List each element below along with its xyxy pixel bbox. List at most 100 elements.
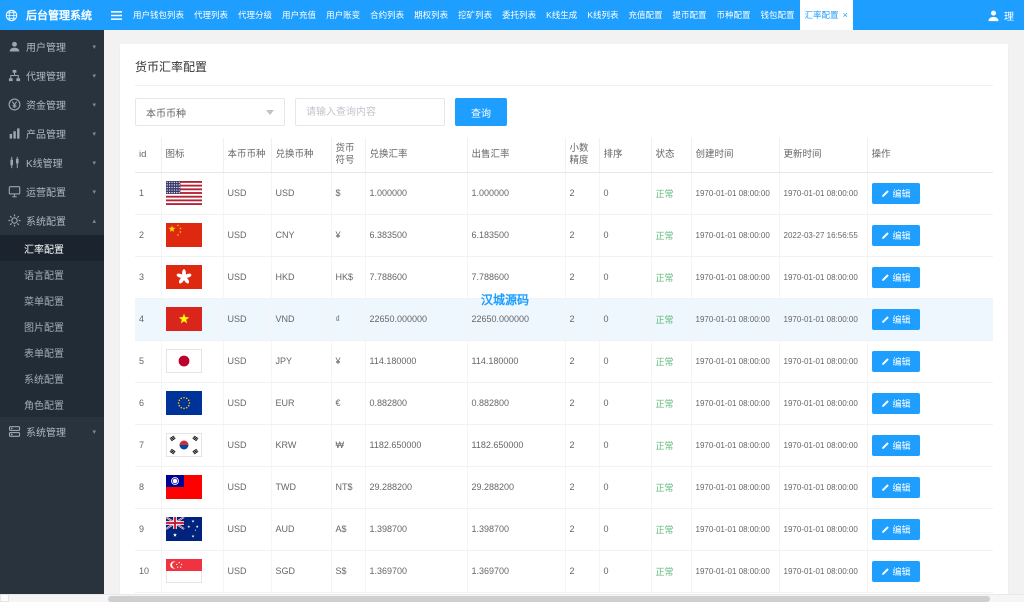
cell-actions: 编辑 — [867, 424, 993, 467]
column-header-更新时间: 更新时间 — [779, 138, 868, 173]
edit-button[interactable]: 编辑 — [871, 560, 920, 582]
tab-label: 委托列表 — [502, 10, 537, 20]
tab-用户充值[interactable]: 用户充值 — [277, 0, 321, 30]
table-row[interactable]: 6 USD EUR €0.882800 0.882800 2 0 正常 1970-01-01 0… — [135, 382, 993, 425]
hamburger-menu-icon[interactable] — [104, 0, 128, 30]
sidebar-item-label: 运营配置 — [26, 188, 66, 199]
sidebar-item-系统配置[interactable]: 系统配置 ▴ — [0, 206, 104, 235]
search-button[interactable]: 查询 — [455, 98, 507, 126]
sidebar-item-产品管理[interactable]: 产品管理 ▾ — [0, 119, 104, 148]
cell-updated-at: 1970-01-01 08:00:00 — [779, 256, 868, 299]
sidebar-item-代理管理[interactable]: 代理管理 ▾ — [0, 61, 104, 90]
pencil-icon — [881, 273, 889, 281]
sidebar-item-资金管理[interactable]: 资金管理 ▾ — [0, 90, 104, 119]
table-row[interactable]: 10 USD SGD S$ 1.369700 1.369700 2 0 正常 1970-01-01… — [135, 550, 993, 593]
tab-期权列表[interactable]: 期权列表 — [409, 0, 453, 30]
status-badge: 正常 — [651, 256, 692, 299]
cell-sort: 0 — [599, 298, 652, 341]
sidebar-subitem-角色配置[interactable]: 角色配置 — [0, 391, 104, 417]
cell-created-at: 1970-01-01 08:00:00 — [691, 382, 780, 425]
sidebar-subitem-菜单配置[interactable]: 菜单配置 — [0, 287, 104, 313]
cell-quote-currency: VND — [271, 298, 332, 341]
pencil-icon — [881, 189, 889, 197]
cell-currency-symbol: ₩ — [331, 424, 366, 467]
cell-actions: 编辑 — [867, 382, 993, 425]
cell-base-currency: USD — [223, 298, 272, 341]
sidebar-item-K线管理[interactable]: K线管理 ▾ — [0, 148, 104, 177]
sidebar-subitem-汇率配置[interactable]: 汇率配置 — [0, 235, 104, 261]
chevron-down-icon: ▾ — [92, 188, 96, 196]
cell-exchange-rate: 0.882800 — [365, 382, 468, 425]
tab-委托列表[interactable]: 委托列表 — [497, 0, 541, 30]
sidebar-subitem-语言配置[interactable]: 语言配置 — [0, 261, 104, 287]
column-header-兑换币种: 兑换币种 — [271, 138, 332, 173]
tab-代理列表[interactable]: 代理列表 — [189, 0, 233, 30]
cell-precision: 2 — [565, 298, 600, 341]
cell-actions: 编辑 — [867, 466, 993, 509]
cell-actions: 编辑 — [867, 340, 993, 383]
edit-button[interactable]: 编辑 — [871, 392, 920, 414]
tab-充值配置[interactable]: 充值配置 — [623, 0, 667, 30]
tab-汇率配置[interactable]: 汇率配置 × — [799, 0, 853, 30]
topbar: 后台管理系统 用户钱包列表 代理列表 代理分级 用户充值 用户账变 合约列表 期权列表 挖矿列… — [0, 0, 1024, 30]
tab-合约列表[interactable]: 合约列表 — [365, 0, 409, 30]
cell-currency-symbol: ₫ — [331, 298, 366, 341]
user-menu[interactable]: 理 — [977, 0, 1024, 30]
status-badge: 正常 — [651, 172, 692, 215]
table-row[interactable]: 2 USD CNY ¥6.383500 6.183500 2 0 正常 1970-01-01 0… — [135, 214, 993, 257]
tab-用户钱包列表[interactable]: 用户钱包列表 — [128, 0, 189, 30]
edit-button[interactable]: 编辑 — [871, 434, 920, 456]
table-row[interactable]: 9 USD AUD A$ 1.398700 1.398700 2 0 正常 1970-01-01 … — [135, 508, 993, 551]
sidebar-item-运营配置[interactable]: 运营配置 ▾ — [0, 177, 104, 206]
cell-quote-currency: TWD — [271, 466, 332, 509]
cell-id: 10 — [135, 550, 162, 593]
tab-代理分级[interactable]: 代理分级 — [233, 0, 277, 30]
edit-button[interactable]: 编辑 — [871, 266, 920, 288]
tab-挖矿列表[interactable]: 挖矿列表 — [453, 0, 497, 30]
edit-button[interactable]: 编辑 — [871, 350, 920, 372]
cell-base-currency: USD — [223, 214, 272, 257]
sidebar-subitem-表单配置[interactable]: 表单配置 — [0, 339, 104, 365]
sidebar-item-系统管理[interactable]: 系统管理 ▾ — [0, 417, 104, 446]
tab-钱包配置[interactable]: 钱包配置 — [756, 0, 800, 30]
horizontal-scrollbar-track[interactable] — [0, 594, 1024, 602]
sidebar: 用户管理 ▾ 代理管理 ▾ 资金管理 ▾ 产品管理 ▾ K线管理 ▾ 运营配置 ▾ 系统配置 ▴ 汇率配置语… — [0, 30, 104, 602]
sidebar-item-label: 产品管理 — [26, 130, 66, 141]
table-row[interactable]: 8 USD TWD NT$ 29.288200 29.288200 2 0 正常 1970-01-… — [135, 466, 993, 509]
tab-K线生成[interactable]: K线生成 — [541, 0, 582, 30]
cell-exchange-rate: 6.383500 — [365, 214, 468, 257]
close-tab-icon[interactable]: × — [843, 10, 848, 20]
cell-sell-rate: 6.183500 — [467, 214, 566, 257]
column-header-图标: 图标 — [161, 138, 224, 173]
system-config-icon — [8, 214, 21, 227]
tab-用户账变[interactable]: 用户账变 — [321, 0, 365, 30]
sidebar-subitem-图片配置[interactable]: 图片配置 — [0, 313, 104, 339]
table-row[interactable]: 5 USD JPY ¥114.180000 114.180000 2 0 正常 1970-01-… — [135, 340, 993, 383]
cell-updated-at: 2022-03-27 16:56:55 — [779, 214, 868, 257]
table-row[interactable]: 1 USD USD $1.000000 1.000000 2 0 正常 1970-01-01 0… — [135, 172, 993, 215]
status-badge: 正常 — [651, 214, 692, 257]
pencil-icon — [881, 357, 889, 365]
edit-button[interactable]: 编辑 — [871, 308, 920, 330]
tab-提币配置[interactable]: 提币配置 — [668, 0, 712, 30]
table-row[interactable]: 4 USD VND ₫ 22650.000000 22650.000000 2 0 正常 1970… — [135, 298, 993, 341]
sidebar-item-用户管理[interactable]: 用户管理 ▾ — [0, 32, 104, 61]
cell-base-currency: USD — [223, 466, 272, 509]
cell-precision: 2 — [565, 466, 600, 509]
cell-base-currency: USD — [223, 508, 272, 551]
edit-button[interactable]: 编辑 — [871, 182, 920, 204]
edit-button[interactable]: 编辑 — [871, 224, 920, 246]
cell-created-at: 1970-01-01 08:00:00 — [691, 550, 780, 593]
tab-K线列表[interactable]: K线列表 — [582, 0, 623, 30]
edit-button[interactable]: 编辑 — [871, 518, 920, 540]
sidebar-subitem-系统配置[interactable]: 系统配置 — [0, 365, 104, 391]
currency-type-select[interactable]: 本币币种 — [135, 98, 285, 126]
table-row[interactable]: 7 USD KRW ₩1182.650000 1182.650000 2 0 正常 1970-0… — [135, 424, 993, 467]
sidebar-subitem-label: 汇率配置 — [24, 244, 64, 256]
tab-币种配置[interactable]: 币种配置 — [712, 0, 756, 30]
horizontal-scrollbar-thumb[interactable] — [108, 596, 990, 602]
table-row[interactable]: 3 USD HKD HK$ 7.788600 7.788600 2 0 正常 1970-01-01… — [135, 256, 993, 299]
cell-exchange-rate: 1.000000 — [365, 172, 468, 215]
edit-button[interactable]: 编辑 — [871, 476, 920, 498]
search-input[interactable] — [295, 98, 445, 126]
